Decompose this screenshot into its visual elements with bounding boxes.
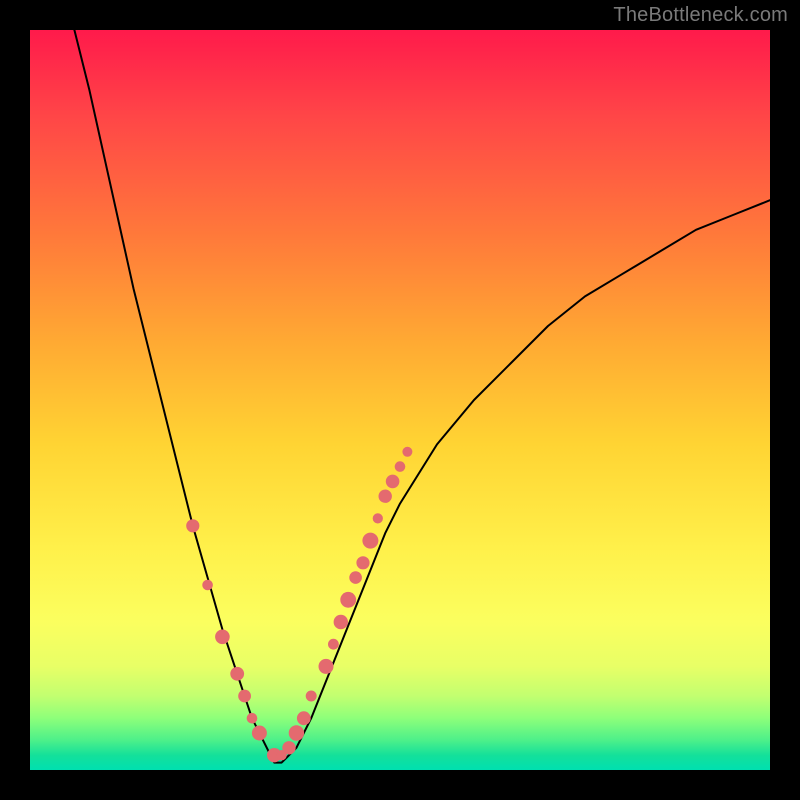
sample-dot — [319, 659, 334, 674]
bottleneck-curve — [74, 30, 770, 763]
sample-dot — [340, 592, 356, 608]
sample-dot — [379, 490, 392, 503]
sample-dot — [297, 711, 311, 725]
sample-dot — [289, 725, 304, 740]
sample-dot — [215, 630, 230, 645]
sample-dot — [362, 533, 378, 549]
sample-dot — [328, 639, 339, 650]
sample-dot — [349, 571, 362, 584]
sample-dot — [306, 691, 317, 702]
watermark-text: TheBottleneck.com — [613, 4, 788, 27]
curve-layer — [30, 30, 770, 770]
sample-dot — [238, 690, 251, 703]
sample-dot — [252, 726, 267, 741]
sample-dot — [402, 447, 412, 457]
sample-dot — [282, 741, 295, 754]
sample-dot — [386, 475, 400, 489]
sample-dot — [395, 461, 406, 472]
plot-area — [30, 30, 770, 770]
sample-dot — [202, 580, 213, 591]
chart-frame: TheBottleneck.com — [0, 0, 800, 800]
dots-group — [186, 447, 412, 763]
sample-dot — [247, 713, 258, 724]
sample-dot — [356, 556, 369, 569]
sample-dot — [373, 513, 383, 523]
sample-dot — [186, 519, 199, 532]
sample-dot — [334, 615, 348, 629]
sample-dot — [230, 667, 244, 681]
